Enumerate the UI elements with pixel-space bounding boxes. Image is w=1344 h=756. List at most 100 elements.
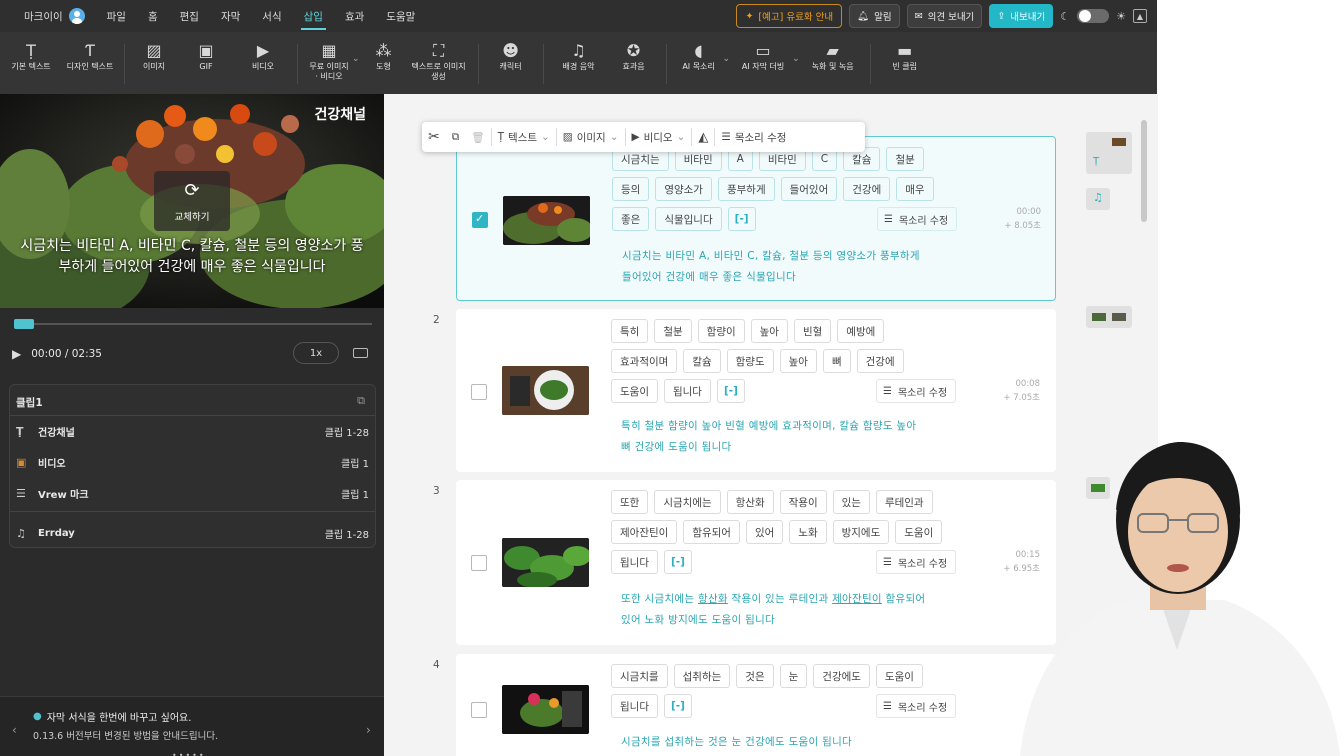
- voice-edit-toolbar-button[interactable]: ☰ 목소리 수정: [715, 122, 792, 152]
- clip-media-indicator[interactable]: [1086, 306, 1132, 328]
- word-chip[interactable]: 노화: [789, 520, 827, 544]
- word-chip[interactable]: 영양소가: [655, 177, 712, 201]
- video-button[interactable]: ▶ 비디오: [235, 42, 291, 72]
- basic-text-button[interactable]: Ṭ 기본 텍스트: [0, 42, 62, 72]
- word-chip[interactable]: 높아: [750, 319, 788, 343]
- word-chip[interactable]: 섭취하는: [673, 664, 731, 688]
- word-chip[interactable]: 건강에: [843, 177, 891, 201]
- word-chip[interactable]: 함량이: [697, 319, 745, 343]
- word-chip[interactable]: 도움이: [611, 379, 658, 403]
- menu-home[interactable]: 홈: [137, 0, 169, 32]
- speed-button[interactable]: 1x: [293, 342, 339, 364]
- alarm-button[interactable]: 🔔︎ 알림: [849, 4, 900, 28]
- fill-color-button[interactable]: ◭: [692, 122, 714, 152]
- word-chip[interactable]: 효과적이며: [611, 349, 678, 373]
- subtitle-flagged-word[interactable]: 제아잔틴이: [832, 593, 882, 605]
- word-chip[interactable]: 도움이: [895, 520, 943, 544]
- copy-button[interactable]: ⧉: [446, 122, 466, 152]
- subtitle-flagged-word[interactable]: 항산화: [698, 593, 728, 605]
- word-chip[interactable]: 등의: [612, 177, 650, 201]
- clip-subtitle[interactable]: 특히 철분 함량이 높아 빈혈 예방에 효과적이며, 칼슘 함량도 높아 뼈 건강…: [621, 416, 966, 458]
- menu-edit[interactable]: 편집: [169, 0, 210, 32]
- clip-subtitle[interactable]: 또한 시금치에는 항산화 작용이 있는 루테인과 제아잔틴이 함유되어 있어 노…: [621, 589, 966, 631]
- design-text-button[interactable]: Ƭ 디자인 텍스트: [62, 42, 118, 72]
- word-chip[interactable]: 특히: [611, 319, 649, 343]
- character-button[interactable]: ☻ 캐릭터: [485, 42, 537, 72]
- replace-media-button[interactable]: ⟳ 교체하기: [154, 171, 230, 231]
- silence-chip[interactable]: [-]: [727, 207, 756, 231]
- layer-row-video[interactable]: ▣ 비디오 클립 1: [16, 452, 369, 472]
- collapse-ribbon-button[interactable]: ▲: [1133, 9, 1147, 23]
- word-chip[interactable]: 빈혈: [793, 319, 832, 343]
- shape-button[interactable]: ⁂ 도형: [362, 42, 406, 72]
- word-chip[interactable]: 됩니다: [663, 379, 711, 403]
- voice-edit-button[interactable]: ☰ 목소리 수정: [876, 694, 956, 718]
- word-chip[interactable]: 건강에도: [813, 664, 870, 688]
- ai-dubbing-dropdown-icon[interactable]: ⌄: [792, 54, 800, 64]
- voice-edit-button[interactable]: ☰ 목소리 수정: [877, 207, 957, 231]
- clip-checkbox[interactable]: [472, 212, 488, 228]
- video-dropdown[interactable]: ▶ 비디오 ⌄: [626, 122, 692, 152]
- chevron-right-icon[interactable]: ›: [366, 723, 371, 737]
- word-chip[interactable]: 방지에도: [832, 520, 890, 544]
- word-chip[interactable]: 좋은: [612, 207, 650, 231]
- subtitle-toggle-icon[interactable]: [353, 348, 368, 358]
- theme-toggle[interactable]: [1077, 9, 1110, 23]
- text-to-image-button[interactable]: ⛶ 텍스트로 이미지 생성: [406, 42, 472, 82]
- voice-edit-button[interactable]: ☰ 목소리 수정: [876, 379, 956, 403]
- clip-checkbox[interactable]: [471, 384, 487, 400]
- menu-account[interactable]: 마크이이: [0, 0, 96, 32]
- clip-thumbnail[interactable]: [502, 685, 589, 734]
- bgm-button[interactable]: ♫ 배경 음악: [550, 42, 608, 72]
- clip-card[interactable]: 시금치를 섭취하는 것은 눈 건강에도 도움이 됩니다 [-] ☰ 목소리 수정 …: [456, 654, 1056, 756]
- word-chip[interactable]: 함량도: [726, 349, 774, 373]
- voice-edit-button[interactable]: ☰ 목소리 수정: [876, 550, 956, 574]
- word-chip[interactable]: 칼슘: [683, 349, 721, 373]
- preview-subtitle[interactable]: 시금치는 비타민 A, 비타민 C, 칼슘, 철분 등의 영양소가 풍 부하게 …: [0, 236, 384, 278]
- delete-button[interactable]: 🗑︎: [465, 122, 490, 152]
- video-preview[interactable]: 건강채널 ⟳ 교체하기 시금치는 비타민 A, 비타민 C, 칼슘, 철분 등의…: [0, 94, 384, 308]
- word-chip[interactable]: 됩니다: [611, 550, 658, 574]
- gif-button[interactable]: ▣ GIF: [177, 42, 235, 72]
- word-chip[interactable]: 건강에: [856, 349, 904, 373]
- export-button[interactable]: ⇪ 내보내기: [989, 4, 1054, 28]
- word-chip[interactable]: 눈: [779, 664, 808, 688]
- playback-handle[interactable]: [14, 319, 34, 329]
- free-media-button[interactable]: ▦ 무료 이미지 · 비디오: [304, 42, 354, 82]
- tip-banner[interactable]: ‹ ● 자막 서식을 한번에 바꾸고 싶어요. 0.13.6 버전부터 변경된 방…: [0, 696, 384, 756]
- copy-clip-icon[interactable]: ⧉: [357, 394, 365, 408]
- ai-voice-dropdown-icon[interactable]: ⌄: [723, 54, 731, 64]
- word-chip[interactable]: 제아잔틴이: [611, 520, 678, 544]
- clip-thumbnail[interactable]: [502, 366, 589, 415]
- word-chip[interactable]: 철분: [886, 147, 924, 171]
- menu-insert[interactable]: 삽입: [293, 0, 334, 32]
- layer-row-music[interactable]: ♫ Errday 클립 1-28: [16, 523, 369, 543]
- feedback-button[interactable]: ✉ 의견 보내기: [906, 4, 983, 28]
- word-chip[interactable]: 시금치에는: [654, 490, 721, 514]
- menu-file[interactable]: 파일: [96, 0, 137, 32]
- word-chip[interactable]: 뼈: [822, 349, 851, 373]
- word-chip[interactable]: 도움이: [875, 664, 923, 688]
- word-chip[interactable]: 작용이: [779, 490, 827, 514]
- text-dropdown[interactable]: Ṭ 텍스트 ⌄: [492, 122, 556, 152]
- menu-help[interactable]: 도움말: [375, 0, 426, 32]
- paid-notice-button[interactable]: ✦ [예고] 유료화 안내: [736, 4, 843, 28]
- playback-track[interactable]: [14, 323, 372, 325]
- silence-chip[interactable]: [-]: [663, 694, 692, 718]
- ai-voice-button[interactable]: ◖ AI 목소리: [673, 42, 725, 72]
- empty-clip-button[interactable]: ▬ 빈 클립: [877, 42, 933, 72]
- word-chip[interactable]: 함유되어: [683, 520, 740, 544]
- menu-subtitle[interactable]: 자막: [210, 0, 251, 32]
- menu-effects[interactable]: 효과: [334, 0, 375, 32]
- split-button[interactable]: ✂: [422, 122, 446, 152]
- word-chip[interactable]: 예방에: [837, 319, 885, 343]
- free-media-dropdown-icon[interactable]: ⌄: [352, 54, 360, 64]
- record-button[interactable]: ▰ 녹화 및 녹음: [802, 42, 864, 72]
- word-chip[interactable]: 풍부하게: [717, 177, 775, 201]
- silence-chip[interactable]: [-]: [716, 379, 745, 403]
- channel-name[interactable]: 건강채널: [314, 104, 366, 124]
- image-button[interactable]: ▨ 이미지: [131, 42, 177, 72]
- clip-checkbox[interactable]: [471, 555, 487, 571]
- silence-chip[interactable]: [-]: [663, 550, 692, 574]
- word-chip[interactable]: 높아: [779, 349, 817, 373]
